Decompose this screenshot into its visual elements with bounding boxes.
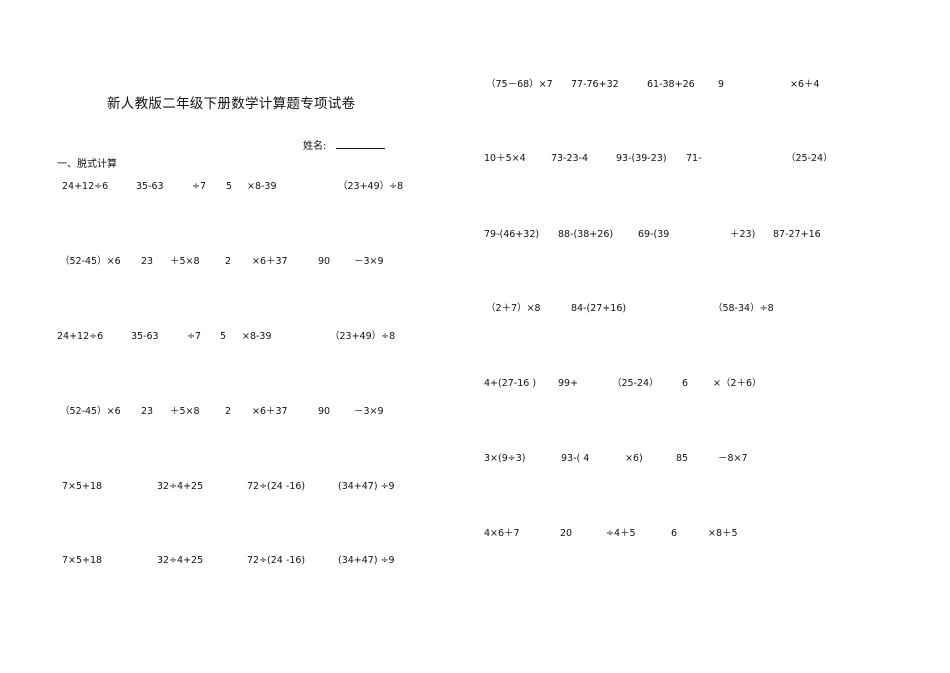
right-problem-fragment: 10＋5×4 (484, 153, 526, 164)
left-problem-fragment: 7×5+18 (62, 555, 103, 566)
left-problem-fragment: －3×9 (354, 406, 384, 417)
left-problem-fragment: ×6＋37 (252, 406, 288, 417)
right-problem-fragment: 9 (718, 79, 725, 90)
right-problem-fragment: ＋23) (730, 229, 756, 240)
right-problem-fragment: 79-(46+32) (484, 229, 540, 240)
left-problem-fragment: ÷7 (192, 181, 207, 192)
left-problem-fragment: (34+47) ÷9 (338, 555, 395, 566)
right-problem-fragment: 73-23-4 (551, 153, 589, 164)
right-problem-fragment: 93-( 4 (561, 453, 590, 464)
left-problem-fragment: (34+47) ÷9 (338, 481, 395, 492)
left-problem-fragment: 24+12÷6 (57, 331, 104, 342)
left-problem-fragment: （52-45）×6 (60, 406, 121, 417)
left-problem-fragment: ÷7 (187, 331, 202, 342)
left-problem-fragment: 23 (141, 406, 154, 417)
right-problem-fragment: （25-24） (786, 153, 833, 164)
right-problem-fragment: 93-(39-23) (616, 153, 667, 164)
right-problem-fragment: －8×7 (718, 453, 748, 464)
left-problem-fragment: 72÷(24 -16) (247, 555, 306, 566)
right-problem-fragment: 4×6＋7 (484, 528, 520, 539)
right-problem-fragment: （2＋7）×8 (486, 303, 541, 314)
right-problem-fragment: 85 (676, 453, 689, 464)
left-problem-fragment: 32÷4+25 (157, 555, 204, 566)
left-problem-fragment: 90 (318, 256, 331, 267)
right-problem-fragment: （58-34）÷8 (713, 303, 774, 314)
left-problem-fragment: ×8-39 (242, 331, 272, 342)
left-problem-fragment: 35-63 (136, 181, 164, 192)
left-problem-fragment: 5 (226, 181, 233, 192)
left-problem-fragment: 5 (220, 331, 227, 342)
right-problem-fragment: 77-76+32 (571, 79, 619, 90)
left-problem-fragment: ＋5×8 (170, 406, 200, 417)
left-problem-fragment: 32÷4+25 (157, 481, 204, 492)
right-problem-fragment: 61-38+26 (647, 79, 695, 90)
left-problem-fragment: 24+12÷6 (62, 181, 109, 192)
exam-page: 新人教版二年级下册数学计算题专项试卷 姓名: 一、脱式计算 24+12÷6 35-… (0, 0, 950, 673)
left-problem-fragment: （23+49）÷8 (330, 331, 396, 342)
left-problem-fragment: 2 (225, 256, 232, 267)
right-problem-fragment: ×6) (625, 453, 643, 464)
left-problem-fragment: 35-63 (131, 331, 159, 342)
left-problem-fragment: 7×5+18 (62, 481, 103, 492)
left-problem-fragment: ×6＋37 (252, 256, 288, 267)
right-problem-fragment: ×8＋5 (708, 528, 738, 539)
left-problem-fragment: 72÷(24 -16) (247, 481, 306, 492)
right-problem-fragment: （25-24） (612, 378, 659, 389)
right-problem-fragment: 71- (686, 153, 702, 164)
right-problem-fragment: 6 (682, 378, 689, 389)
right-problem-fragment: 69-(39 (638, 229, 670, 240)
right-problem-fragment: 87-27+16 (773, 229, 821, 240)
left-problem-fragment: 90 (318, 406, 331, 417)
right-problem-fragment: 84-(27+16) (571, 303, 627, 314)
right-problem-fragment: 20 (560, 528, 573, 539)
right-problem-fragment: ×6＋4 (790, 79, 820, 90)
right-problem-fragment: 6 (671, 528, 678, 539)
right-problem-fragment: ÷4＋5 (606, 528, 636, 539)
right-problem-fragment: 88-(38+26) (558, 229, 614, 240)
section-heading: 一、脱式计算 (57, 159, 117, 170)
right-problem-fragment: （75－68）×7 (486, 79, 553, 90)
right-problem-fragment: 99+ (558, 378, 579, 389)
left-problem-fragment: ＋5×8 (170, 256, 200, 267)
right-problem-fragment: 3×(9÷3) (484, 453, 526, 464)
left-problem-fragment: 23 (141, 256, 154, 267)
right-problem-fragment: ×（2＋6） (713, 378, 762, 389)
left-problem-fragment: （23+49）÷8 (338, 181, 404, 192)
left-problem-fragment: （52-45）×6 (60, 256, 121, 267)
left-problem-fragment: －3×9 (354, 256, 384, 267)
left-problem-fragment: ×8-39 (247, 181, 277, 192)
right-problem-fragment: 4+(27-16 ) (484, 378, 537, 389)
left-problem-fragment: 2 (225, 406, 232, 417)
page-title: 新人教版二年级下册数学计算题专项试卷 (107, 96, 356, 112)
name-label: 姓名: (303, 141, 327, 152)
name-input-line[interactable] (336, 148, 385, 149)
